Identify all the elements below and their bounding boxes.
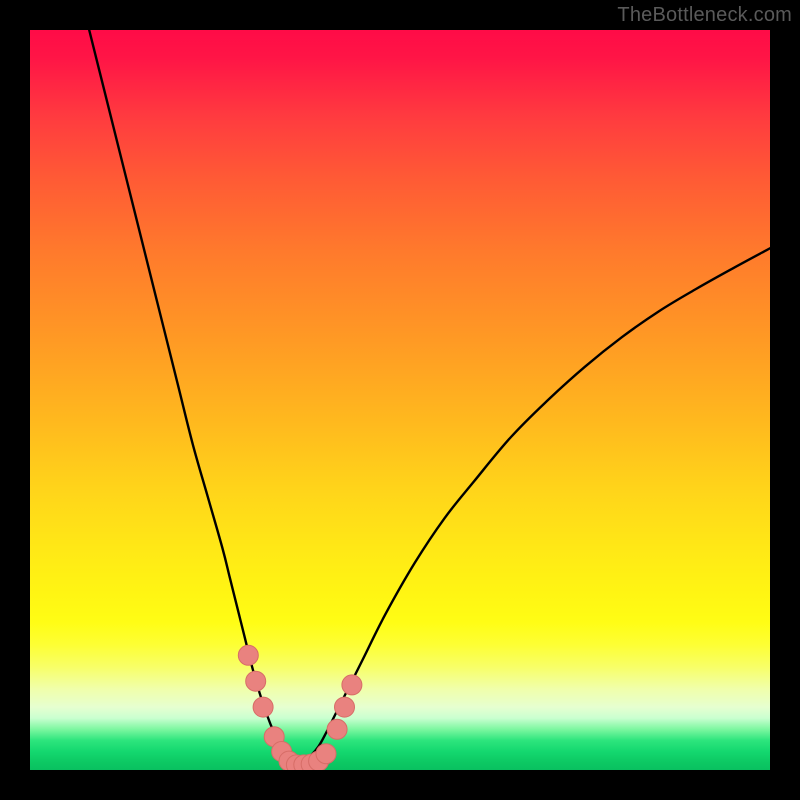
plot-area — [30, 30, 770, 770]
marker-point — [238, 645, 258, 665]
marker-point — [327, 719, 347, 739]
marker-point — [253, 697, 273, 717]
right-branch-curve — [296, 248, 770, 765]
marker-cluster — [238, 645, 362, 770]
left-branch-curve — [89, 30, 296, 765]
chart-frame: TheBottleneck.com — [0, 0, 800, 800]
marker-point — [316, 744, 336, 764]
marker-point — [246, 671, 266, 691]
curve-layer — [30, 30, 770, 770]
watermark-text: TheBottleneck.com — [617, 4, 792, 27]
marker-point — [342, 675, 362, 695]
marker-point — [335, 697, 355, 717]
